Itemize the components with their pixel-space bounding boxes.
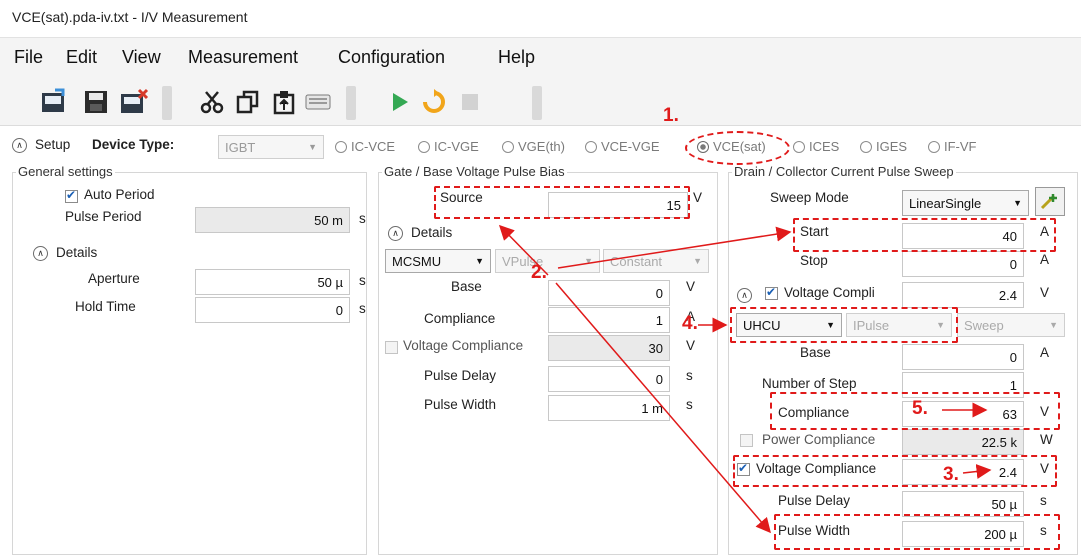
arrow-2-to-source (498, 224, 549, 276)
annotation-arrows (498, 224, 992, 534)
arrow-3-to-vcomp (962, 464, 992, 479)
arrow-2-to-pulse-width (555, 282, 771, 534)
arrow-2-to-start (557, 226, 792, 269)
